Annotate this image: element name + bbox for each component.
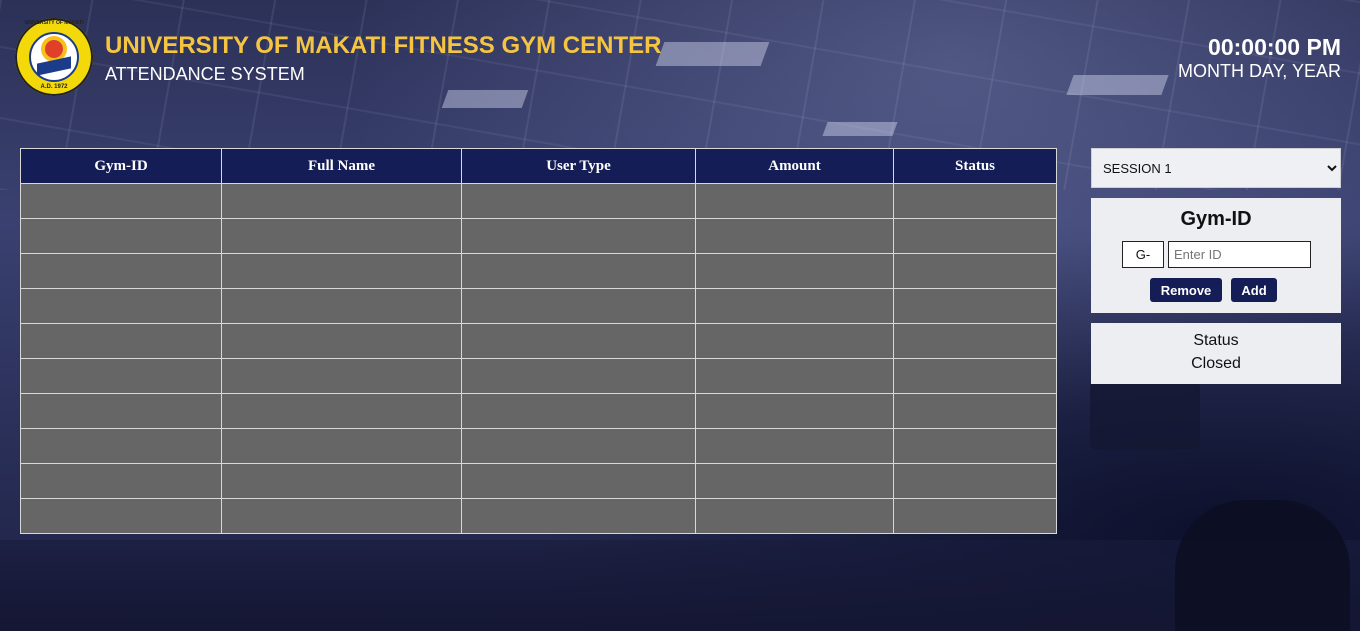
table-cell [221, 463, 462, 499]
background-light [822, 122, 898, 136]
table-cell [221, 428, 462, 464]
table-cell [893, 393, 1057, 429]
background-equipment [1175, 500, 1350, 631]
clock-time: 00:00:00 PM [1208, 34, 1341, 60]
background-floor [0, 540, 1360, 631]
table-cell [893, 183, 1057, 219]
table-cell [20, 218, 222, 254]
table-cell [461, 218, 696, 254]
table-cell [893, 288, 1057, 324]
table-cell [893, 358, 1057, 394]
table-cell [695, 358, 894, 394]
status-panel: Status Closed [1091, 323, 1341, 384]
table-cell [221, 253, 462, 289]
column-header-status: Status [893, 148, 1057, 184]
table-cell [695, 253, 894, 289]
logo-year: A.D. 1972 [40, 84, 68, 90]
page-subtitle: ATTENDANCE SYSTEM [105, 64, 305, 84]
column-header-gym-id: Gym-ID [20, 148, 222, 184]
column-header-user-type: User Type [461, 148, 696, 184]
table-row [20, 358, 1057, 394]
table-cell [20, 253, 222, 289]
attendance-table: Gym-ID Full Name User Type Amount Status [20, 148, 1057, 534]
table-cell [20, 463, 222, 499]
table-cell [20, 323, 222, 359]
page-title: UNIVERSITY OF MAKATI FITNESS GYM CENTER [105, 32, 662, 59]
gym-id-input[interactable] [1168, 241, 1311, 268]
table-cell [893, 253, 1057, 289]
table-cell [695, 183, 894, 219]
table-cell [221, 393, 462, 429]
table-cell [893, 498, 1057, 534]
table-cell [695, 288, 894, 324]
table-cell [221, 218, 462, 254]
logo-ring-text: UNIVERSITY OF MAKATI [24, 20, 84, 26]
clock-date: MONTH DAY, YEAR [1177, 61, 1341, 81]
table-cell [893, 323, 1057, 359]
table-cell [20, 183, 222, 219]
table-cell [695, 428, 894, 464]
status-label: Status [1193, 332, 1239, 349]
table-cell [695, 393, 894, 429]
university-logo: UNIVERSITY OF MAKATI A.D. 1972 [15, 18, 93, 96]
table-row [20, 183, 1057, 219]
logo-book-icon [37, 56, 71, 76]
table-cell [695, 463, 894, 499]
table-cell [461, 498, 696, 534]
session-select[interactable]: SESSION 1 [1091, 148, 1341, 188]
table-cell [20, 498, 222, 534]
table-row [20, 253, 1057, 289]
table-cell [461, 428, 696, 464]
table-cell [461, 253, 696, 289]
table-cell [893, 463, 1057, 499]
table-cell [20, 288, 222, 324]
column-header-amount: Amount [695, 148, 894, 184]
table-cell [461, 393, 696, 429]
table-cell [221, 323, 462, 359]
table-row [20, 428, 1057, 464]
table-cell [893, 428, 1057, 464]
table-row [20, 323, 1057, 359]
logo-emblem [29, 32, 79, 82]
table-cell [461, 358, 696, 394]
table-cell [461, 288, 696, 324]
gym-id-panel: Gym-ID G- Remove Add [1091, 198, 1341, 313]
table-cell [221, 498, 462, 534]
gym-id-prefix: G- [1122, 241, 1164, 268]
table-cell [20, 393, 222, 429]
table-header-row: Gym-ID Full Name User Type Amount Status [20, 148, 1057, 184]
table-cell [461, 183, 696, 219]
table-body [20, 183, 1057, 534]
table-cell [695, 323, 894, 359]
logo-sun-icon [45, 40, 63, 58]
add-button[interactable]: Add [1231, 278, 1277, 302]
page-header: UNIVERSITY OF MAKATI A.D. 1972 UNIVERSIT… [0, 0, 1360, 110]
table-cell [221, 288, 462, 324]
column-header-full-name: Full Name [221, 148, 462, 184]
table-cell [20, 358, 222, 394]
remove-button[interactable]: Remove [1150, 278, 1222, 302]
table-cell [695, 498, 894, 534]
table-row [20, 463, 1057, 499]
gym-id-heading: Gym-ID [1180, 208, 1252, 230]
table-cell [461, 323, 696, 359]
table-cell [461, 463, 696, 499]
table-cell [221, 183, 462, 219]
table-cell [695, 218, 894, 254]
table-row [20, 218, 1057, 254]
table-cell [20, 428, 222, 464]
table-cell [893, 218, 1057, 254]
table-cell [221, 358, 462, 394]
table-row [20, 393, 1057, 429]
background-equipment [1090, 380, 1200, 450]
table-row [20, 288, 1057, 324]
status-value: Closed [1191, 355, 1241, 372]
table-row [20, 498, 1057, 534]
